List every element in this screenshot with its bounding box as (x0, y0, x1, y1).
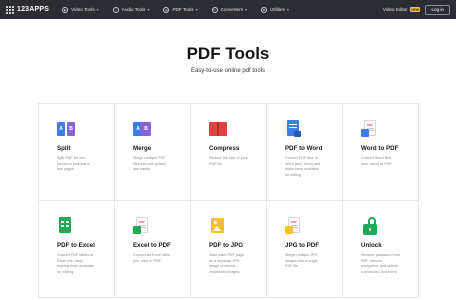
nav-utilities[interactable]: ✱ Utilities ▾ (261, 6, 289, 13)
pdf-to-word-icon (285, 120, 303, 138)
tool-card-unlock[interactable]: Unlock Remove password from PDF, remove … (343, 201, 419, 298)
nav-video-tools[interactable]: ▶ Video Tools ▾ (62, 6, 99, 13)
tool-title: PDF to Word (285, 145, 323, 152)
nav-converters-label: Converters (220, 7, 244, 12)
tool-title: PDF to Excel (57, 242, 95, 249)
tool-description: Convert Word files (doc, docx) to PDF (361, 156, 392, 166)
unlock-icon (361, 217, 379, 235)
tool-title: Merge (133, 145, 152, 152)
tool-title: Excel to PDF (133, 242, 171, 249)
page-subtitle: Easy-to-use online pdf tools (190, 68, 266, 74)
tool-card-excel-to-pdf[interactable]: PDF Excel to PDF Convert an Excel table … (115, 201, 191, 298)
nav-pdf-tools[interactable]: ▤ PDF Tools ▾ (163, 6, 198, 13)
tool-description: Remove password from PDF, remove encrypt… (361, 253, 400, 274)
logo[interactable]: 123APPS (6, 0, 49, 19)
tool-card-jpg-to-pdf[interactable]: PDF JPG to PDF Merge multiple JPG images… (267, 201, 343, 298)
tool-description: Save each PDF page as a separate JPG ima… (209, 253, 245, 274)
excel-to-pdf-icon: PDF (133, 217, 151, 235)
logo-icon (6, 5, 14, 14)
jpg-to-pdf-icon: PDF (285, 217, 303, 235)
nav-converters[interactable]: ⟳ Converters ▾ (211, 6, 248, 13)
play-icon: ▶ (62, 6, 69, 13)
word-to-pdf-icon: PDF (361, 120, 379, 138)
tool-description: Convert PDF files to Word (doc, docx) an… (285, 156, 321, 177)
nav-utilities-label: Utilities (270, 7, 285, 12)
tool-description: Merge multiple JPG images into a single … (285, 253, 318, 268)
tool-card-pdf-to-excel[interactable]: PDF to Excel Convert PDF tables to Excel… (39, 201, 115, 298)
tool-description: Split PDF file into pieces or pick just … (57, 156, 90, 171)
convert-icon: ⟳ (211, 6, 218, 13)
nav-video-tools-label: Video Tools (71, 7, 95, 12)
chevron-down-icon: ▾ (147, 7, 150, 12)
chevron-down-icon: ▾ (245, 7, 248, 12)
tool-description: Convert PDF tables to Excel (xls, xlsx),… (57, 253, 94, 274)
tool-title: PDF to JPG (209, 242, 244, 249)
tool-title: Unlock (361, 242, 382, 249)
tool-title: Compress (209, 145, 240, 152)
page-title: PDF Tools (186, 44, 270, 63)
tool-description: Reduce the size of your PDF file (209, 156, 248, 166)
nav-audio-tools[interactable]: ♪ Audio Tools ▾ (112, 6, 150, 13)
main-nav: ▶ Video Tools ▾ ♪ Audio Tools ▾ ▤ PDF To… (62, 0, 303, 19)
nav-audio-tools-label: Audio Tools (121, 7, 146, 12)
tool-card-pdf-to-jpg[interactable]: PDF to JPG Save each PDF page as a separ… (191, 201, 267, 298)
pdf-icon: ▤ (163, 6, 170, 13)
chevron-down-icon: ▾ (286, 7, 289, 12)
tool-card-pdf-to-word[interactable]: PDF to Word Convert PDF files to Word (d… (267, 104, 343, 201)
tool-description: Convert an Excel table (xls, xlsx) to PD… (133, 253, 171, 263)
tool-card-compress[interactable]: Compress Reduce the size of your PDF fil… (191, 104, 267, 201)
logo-text: 123APPS (17, 6, 50, 13)
pdf-to-jpg-icon (209, 217, 227, 235)
video-editor-label: Video Editor (382, 7, 408, 12)
tool-title: JPG to PDF (285, 242, 320, 249)
gear-icon: ✱ (261, 6, 268, 13)
pdf-to-excel-icon (57, 217, 75, 235)
tool-card-word-to-pdf[interactable]: PDF Word to PDF Convert Word files (doc,… (343, 104, 419, 201)
video-editor-link[interactable]: Video Editor NEW (383, 7, 421, 12)
tool-card-merge[interactable]: A B Merge Merge multiple PDF files into … (115, 104, 191, 201)
tool-card-split[interactable]: A B Split Split PDF file into pieces or … (39, 104, 115, 201)
music-icon: ♪ (112, 6, 119, 13)
chevron-down-icon: ▾ (96, 7, 99, 12)
merge-icon: A B (133, 120, 151, 138)
split-icon: A B (57, 120, 75, 138)
tool-description: Merge multiple PDF files into one quickl… (133, 156, 167, 171)
top-navigation-bar: 123APPS ▶ Video Tools ▾ ♪ Audio Tools ▾ … (0, 0, 456, 19)
header-actions: Video Editor NEW Log in (383, 0, 450, 19)
nav-pdf-tools-label: PDF Tools (172, 7, 194, 12)
new-badge: NEW (409, 7, 421, 12)
login-button[interactable]: Log in (425, 4, 450, 15)
chevron-down-icon: ▾ (195, 7, 198, 12)
tool-title: Word to PDF (361, 145, 399, 152)
tools-grid: A B Split Split PDF file into pieces or … (38, 103, 419, 298)
compress-icon (209, 120, 227, 138)
tool-title: Split (57, 145, 71, 152)
